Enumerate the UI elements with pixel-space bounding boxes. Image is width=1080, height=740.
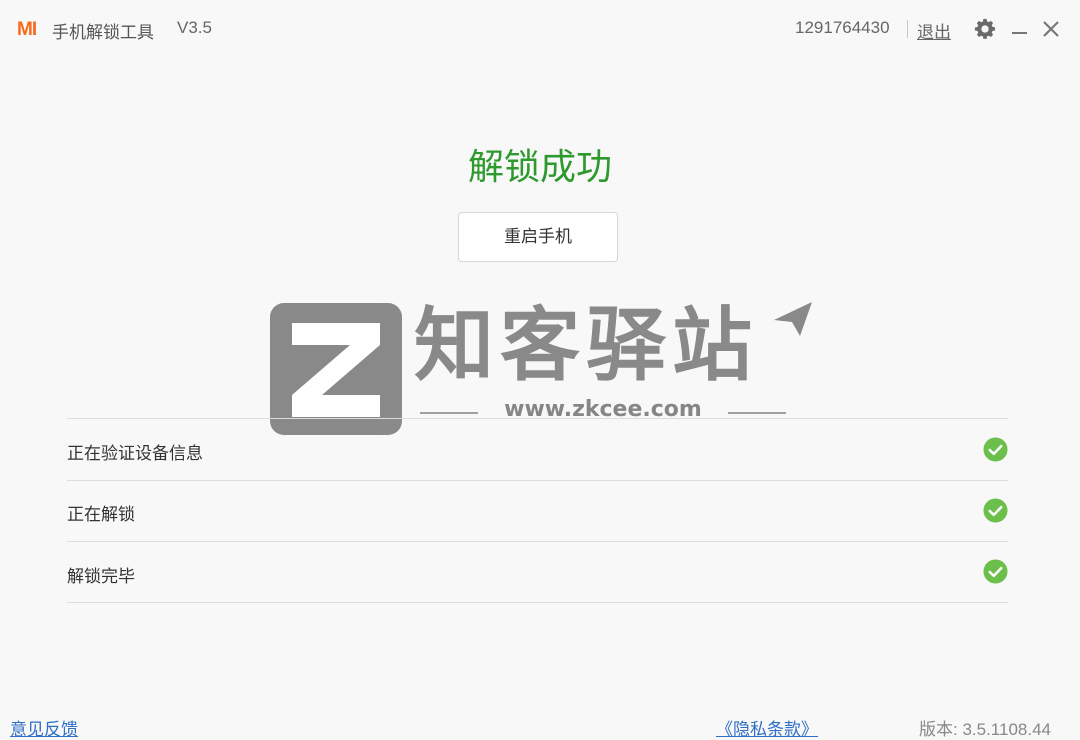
- mi-logo: MI: [17, 19, 37, 40]
- watermark-rule-right: [728, 412, 786, 414]
- step-divider: [67, 541, 1008, 542]
- logout-link[interactable]: 退出: [917, 18, 951, 43]
- minimize-button[interactable]: [1008, 18, 1032, 42]
- success-title: 解锁成功: [467, 147, 612, 188]
- privacy-policy-link[interactable]: 《隐私条款》: [716, 715, 818, 740]
- version-label: 版本: 3.5.1108.44: [919, 720, 1051, 739]
- watermark-arrow-icon: [774, 302, 812, 336]
- watermark-logo: [270, 303, 402, 435]
- step-divider: [67, 602, 1008, 603]
- watermark-brand-text: 知客驿站: [414, 299, 758, 392]
- check-circle-icon: [983, 498, 1008, 523]
- step-divider: [67, 418, 1008, 419]
- watermark-z-icon: [292, 323, 380, 417]
- step-label: 正在验证设备信息: [67, 444, 203, 464]
- check-circle-icon: [983, 559, 1008, 584]
- step-label: 正在解锁: [67, 505, 135, 525]
- check-circle-icon: [983, 437, 1008, 462]
- account-id: 1291764430: [795, 18, 890, 37]
- app-version: V3.5: [177, 18, 212, 37]
- step-divider: [67, 480, 1008, 481]
- app-title: 手机解锁工具: [52, 23, 154, 43]
- feedback-link[interactable]: 意见反馈: [10, 715, 78, 740]
- gear-icon[interactable]: [974, 18, 996, 40]
- title-bar: MI 手机解锁工具 V3.5 1291764430 退出: [0, 0, 1080, 58]
- minimize-icon[interactable]: [1012, 32, 1027, 34]
- close-icon[interactable]: [1041, 19, 1061, 39]
- restart-phone-button[interactable]: 重启手机: [458, 212, 618, 262]
- titlebar-divider: [907, 20, 908, 38]
- step-label: 解锁完毕: [67, 567, 135, 587]
